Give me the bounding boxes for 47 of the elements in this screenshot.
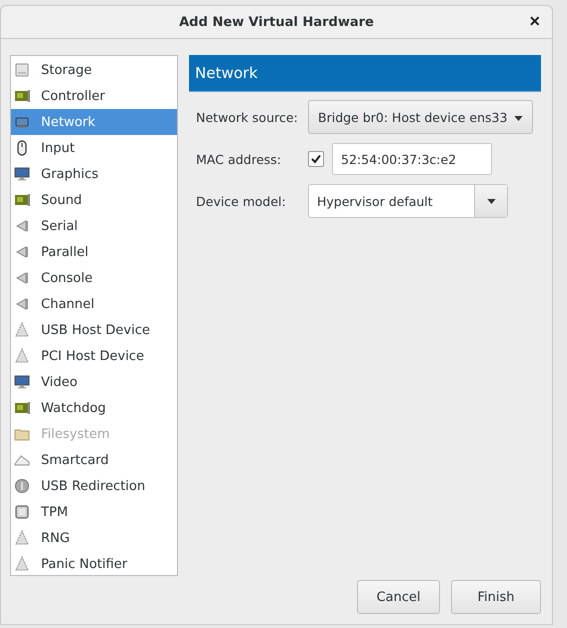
chip-icon [14,530,30,546]
hardware-list-item[interactable]: Video [11,369,177,395]
checkbox[interactable] [308,151,324,167]
mac-address-field[interactable]: 52:54:00:37:3c:e2 [332,143,492,175]
card-icon [14,192,30,208]
chip-icon [14,556,30,572]
hardware-list-item[interactable]: USB Host Device [11,317,177,343]
caret-icon [514,116,524,121]
chip-icon [14,322,30,338]
hardware-list-item[interactable]: Input [11,135,177,161]
hardware-list-item[interactable]: Serial [11,213,177,239]
hardware-list-item[interactable]: PCI Host Device [11,343,177,369]
hardware-list-item[interactable]: RNG [11,525,177,551]
cancel-button[interactable]: Cancel [357,580,440,614]
port-icon [14,218,30,234]
field-label: Device model: [196,194,287,208]
hardware-list-item[interactable]: Panic Notifier [11,551,177,577]
hardware-list-item[interactable]: Parallel [11,239,177,265]
hardware-list-item[interactable]: Graphics [11,161,177,187]
card-icon [14,88,30,104]
finish-button[interactable]: Finish [451,580,541,614]
device-model-combo[interactable]: Hypervisor default [308,184,508,218]
hardware-list-item[interactable]: Controller [11,83,177,109]
hardware-list-item[interactable]: Channel [11,291,177,317]
hardware-list-item[interactable]: Watchdog [11,395,177,421]
caret-icon [486,198,496,204]
port-icon [14,244,30,260]
chip-icon [14,348,30,364]
usb-icon [14,478,30,494]
close-button[interactable]: × [525,11,544,32]
field-label: MAC address: [196,152,282,166]
hardware-list-item[interactable]: Console [11,265,177,291]
field-label: Network source: [196,110,299,124]
card-icon [14,400,30,416]
monitor-icon [14,374,30,390]
hardware-list-item[interactable]: Storage [11,57,177,83]
window-title: Add New Virtual Hardware [179,14,374,30]
tpm-icon [14,504,30,520]
section-header: Network [189,55,541,92]
monitor-icon [14,166,30,182]
hardware-list-item[interactable]: USB Redirection [11,473,177,499]
hardware-list-item[interactable]: Sound [11,187,177,213]
hardware-list-item[interactable]: Smartcard [11,447,177,473]
port-icon [14,296,30,312]
hardware-list-item[interactable]: TPM [11,499,177,525]
port-icon [14,270,30,286]
network-source-dropdown[interactable]: Bridge br0: Host device ens33 [308,100,534,134]
